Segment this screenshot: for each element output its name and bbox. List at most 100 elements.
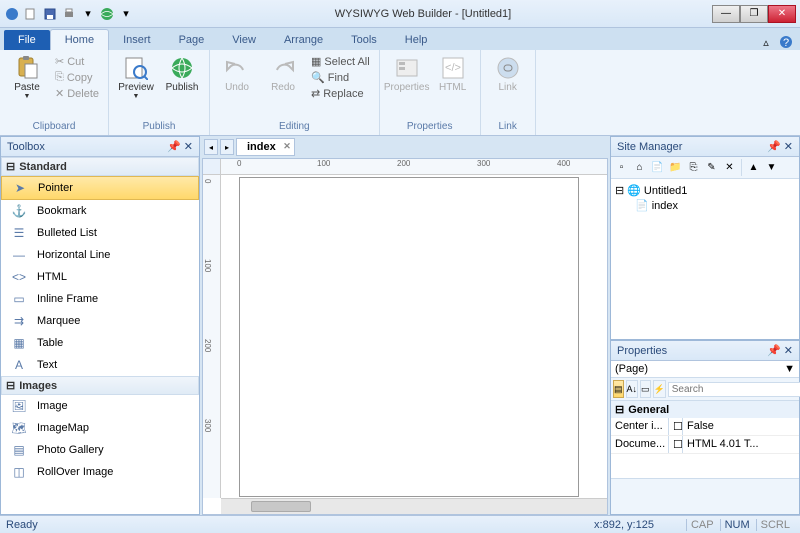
globe-icon[interactable] bbox=[99, 6, 115, 22]
tab-prev-button[interactable]: ◂ bbox=[204, 139, 218, 155]
delete-button[interactable]: ✕Delete bbox=[52, 86, 102, 101]
copy-button[interactable]: ⎘Copy bbox=[52, 70, 102, 85]
toolbox-item-bookmark[interactable]: ⚓Bookmark bbox=[1, 200, 199, 222]
toolbox-item-inline-frame[interactable]: ▭Inline Frame bbox=[1, 288, 199, 310]
new-site-icon[interactable]: ▫ bbox=[613, 159, 630, 176]
toolbox-item-text[interactable]: AText bbox=[1, 354, 199, 376]
redo-button[interactable]: Redo bbox=[262, 54, 304, 95]
tab-arrange[interactable]: Arrange bbox=[270, 30, 337, 50]
property-row[interactable]: Center i... ☐ False bbox=[611, 418, 799, 436]
toolbox-item-horizontal-line[interactable]: —Horizontal Line bbox=[1, 244, 199, 266]
toolbox-title: Toolbox bbox=[7, 141, 45, 153]
minimize-button[interactable]: — bbox=[712, 5, 740, 23]
move-down-icon[interactable]: ▼ bbox=[763, 159, 780, 176]
print-icon[interactable] bbox=[61, 6, 77, 22]
link-button[interactable]: Link bbox=[487, 54, 529, 95]
collapse-icon[interactable]: ⊟ bbox=[615, 184, 624, 197]
horizontal-scrollbar[interactable] bbox=[221, 498, 607, 514]
properties-category-general[interactable]: ⊟General bbox=[611, 401, 799, 418]
properties-search-input[interactable] bbox=[668, 382, 800, 397]
toolbox-item-rollover-image[interactable]: ◫RollOver Image bbox=[1, 461, 199, 483]
toolbox-item-bulleted-list[interactable]: ☰Bulleted List bbox=[1, 222, 199, 244]
toolbox-item-pointer[interactable]: ➤Pointer bbox=[1, 176, 199, 200]
new-page-icon[interactable]: 📄 bbox=[649, 159, 666, 176]
toolbox-category-images[interactable]: ⊟Images bbox=[1, 376, 199, 395]
tab-view[interactable]: View bbox=[218, 30, 270, 50]
delete-page-icon[interactable]: ✕ bbox=[721, 159, 738, 176]
list-icon: ☰ bbox=[11, 226, 27, 240]
qat-dropdown-icon[interactable]: ▾ bbox=[80, 6, 96, 22]
tab-help[interactable]: Help bbox=[391, 30, 442, 50]
site-manager-header: Site Manager 📌✕ bbox=[611, 137, 799, 157]
toolbox-item-photo-gallery[interactable]: ▤Photo Gallery bbox=[1, 439, 199, 461]
pin-icon[interactable]: 📌 bbox=[767, 140, 781, 153]
cut-button[interactable]: ✂Cut bbox=[52, 54, 102, 69]
rollover-icon: ◫ bbox=[11, 465, 27, 479]
pin-icon[interactable]: 📌 bbox=[167, 140, 181, 153]
close-panel-icon[interactable]: ✕ bbox=[784, 344, 793, 357]
save-icon[interactable] bbox=[42, 6, 58, 22]
edit-icon[interactable]: ✎ bbox=[703, 159, 720, 176]
toolbox-item-image[interactable]: 🖼Image bbox=[1, 395, 199, 417]
new-icon[interactable] bbox=[23, 6, 39, 22]
app-icon[interactable] bbox=[4, 6, 20, 22]
find-button[interactable]: 🔍Find bbox=[308, 70, 373, 85]
find-icon: 🔍 bbox=[311, 71, 325, 84]
tab-next-button[interactable]: ▸ bbox=[220, 139, 234, 155]
property-pages-icon[interactable]: ▭ bbox=[640, 380, 651, 398]
paste-button[interactable]: Paste▼ bbox=[6, 54, 48, 103]
scrollbar-thumb[interactable] bbox=[251, 501, 311, 512]
copy-page-icon[interactable]: ⎘ bbox=[685, 159, 702, 176]
select-all-button[interactable]: ▦Select All bbox=[308, 54, 373, 69]
preview-button[interactable]: Preview▼ bbox=[115, 54, 157, 103]
alphabetical-icon[interactable]: A↓ bbox=[626, 380, 639, 398]
properties-button[interactable]: Properties bbox=[386, 54, 428, 95]
close-tab-icon[interactable]: ✕ bbox=[283, 141, 291, 152]
close-button[interactable]: ✕ bbox=[768, 5, 796, 23]
replace-icon: ⇄ bbox=[311, 87, 320, 100]
tab-page[interactable]: Page bbox=[165, 30, 219, 50]
html-button[interactable]: </> HTML bbox=[432, 54, 474, 95]
toolbox-item-imagemap[interactable]: 🗺ImageMap bbox=[1, 417, 199, 439]
replace-button[interactable]: ⇄Replace bbox=[308, 86, 373, 101]
move-up-icon[interactable]: ▲ bbox=[745, 159, 762, 176]
home-icon[interactable]: ⌂ bbox=[631, 159, 648, 176]
undo-icon bbox=[225, 56, 249, 80]
checkbox-icon[interactable]: ☐ bbox=[669, 436, 683, 453]
properties-object-selector[interactable]: (Page) ▼ bbox=[611, 361, 799, 378]
close-panel-icon[interactable]: ✕ bbox=[184, 140, 193, 153]
window-title: WYSIWYG Web Builder - [Untitled1] bbox=[134, 8, 712, 20]
minimize-ribbon-icon[interactable]: ▵ bbox=[758, 34, 774, 50]
pin-icon[interactable]: 📌 bbox=[767, 344, 781, 357]
toolbox-item-marquee[interactable]: ⇉Marquee bbox=[1, 310, 199, 332]
canvas-area: ◂ ▸ index ✕ 0 100 200 300 400 0 100 200 … bbox=[200, 136, 610, 515]
new-folder-icon[interactable]: 📁 bbox=[667, 159, 684, 176]
property-row[interactable]: Docume... ☐ HTML 4.01 T... bbox=[611, 436, 799, 454]
tree-page-index[interactable]: 📄 index bbox=[635, 198, 795, 213]
delete-icon: ✕ bbox=[55, 87, 64, 100]
title-bar: ▾ ▾ WYSIWYG Web Builder - [Untitled1] — … bbox=[0, 0, 800, 28]
lightning-icon[interactable]: ⚡ bbox=[653, 380, 666, 398]
tab-home[interactable]: Home bbox=[50, 29, 109, 50]
toolbox-item-table[interactable]: ▦Table bbox=[1, 332, 199, 354]
undo-button[interactable]: Undo bbox=[216, 54, 258, 95]
tab-tools[interactable]: Tools bbox=[337, 30, 391, 50]
qat-dropdown2-icon[interactable]: ▾ bbox=[118, 6, 134, 22]
checkbox-icon[interactable]: ☐ bbox=[669, 418, 683, 435]
maximize-button[interactable]: ❐ bbox=[740, 5, 768, 23]
design-canvas[interactable]: 0 100 200 300 400 0 100 200 300 bbox=[202, 158, 608, 515]
tree-root[interactable]: ⊟ 🌐 Untitled1 bbox=[615, 183, 795, 198]
document-tab-index[interactable]: index ✕ bbox=[236, 138, 295, 156]
pointer-icon: ➤ bbox=[12, 181, 28, 195]
toolbox-item-html[interactable]: <>HTML bbox=[1, 266, 199, 288]
page-surface[interactable] bbox=[239, 177, 579, 497]
toolbox-category-standard[interactable]: ⊟Standard bbox=[1, 157, 199, 176]
vertical-ruler: 0 100 200 300 bbox=[203, 175, 221, 498]
file-menu[interactable]: File bbox=[4, 30, 50, 50]
help-icon[interactable]: ? bbox=[778, 34, 794, 50]
group-label-link: Link bbox=[487, 120, 529, 133]
publish-button[interactable]: Publish bbox=[161, 54, 203, 95]
categorized-icon[interactable]: ▤ bbox=[613, 380, 624, 398]
tab-insert[interactable]: Insert bbox=[109, 30, 165, 50]
close-panel-icon[interactable]: ✕ bbox=[784, 140, 793, 153]
